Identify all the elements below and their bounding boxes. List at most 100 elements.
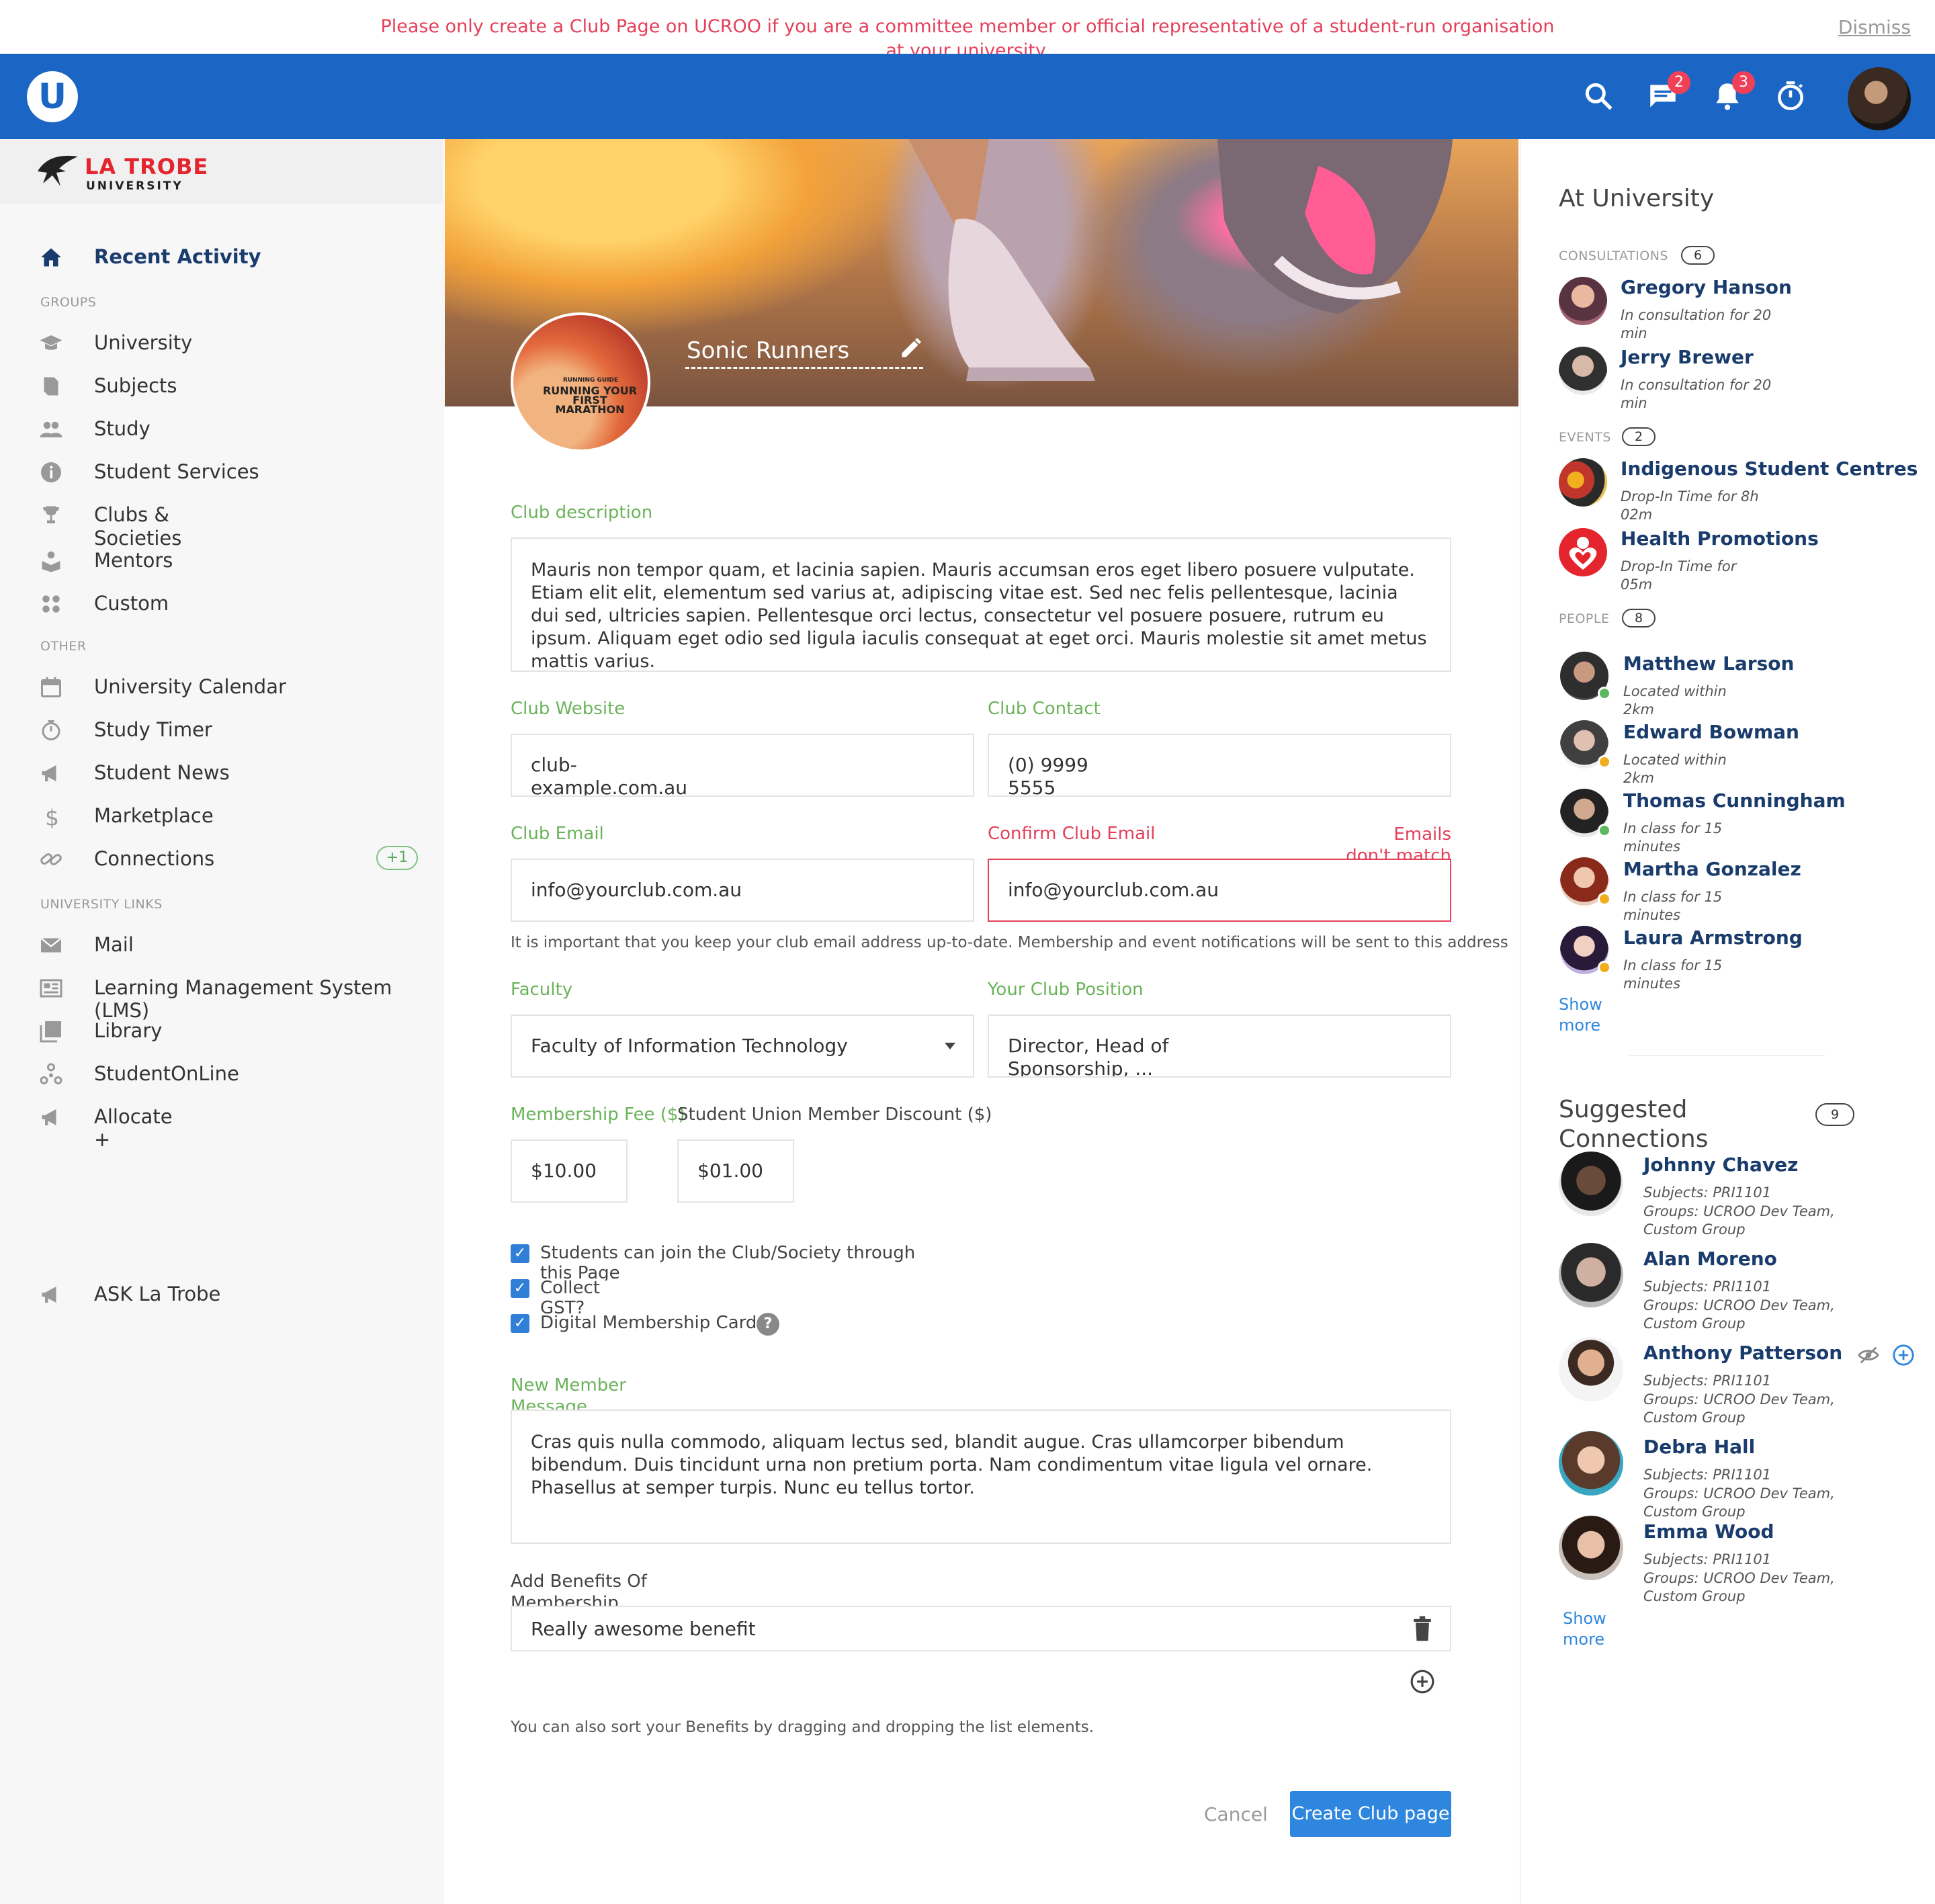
suggested-name[interactable]: Anthony Patterson — [1643, 1342, 1842, 1364]
nav-mail[interactable]: Mail — [0, 926, 443, 964]
nav-label: Recent Activity — [94, 245, 261, 268]
consultation-name[interactable]: Jerry Brewer — [1621, 347, 1754, 368]
nav-study-timer[interactable]: Study Timer — [0, 711, 443, 749]
trash-icon[interactable] — [1411, 1615, 1434, 1642]
graduation-cap-icon — [40, 335, 62, 350]
ucroo-logo[interactable]: U — [27, 71, 78, 122]
nav-mentors[interactable]: Mentors — [0, 542, 443, 580]
avatar[interactable] — [1559, 277, 1607, 325]
link-icon — [40, 853, 62, 865]
add-connection-icon[interactable] — [1892, 1344, 1915, 1367]
nav-connections[interactable]: Connections +1 — [0, 840, 443, 878]
suggested-name[interactable]: Johnny Chavez — [1643, 1154, 1798, 1176]
position-input[interactable]: Director, Head of Sponsorship, ... — [988, 1014, 1451, 1078]
faculty-select[interactable]: Faculty of Information Technology — [511, 1014, 974, 1078]
nav-studentonline[interactable]: StudentOnLine — [0, 1055, 443, 1093]
faculty-label: Faculty — [511, 980, 573, 1000]
person-name[interactable]: Matthew Larson — [1623, 653, 1794, 675]
cancel-button[interactable]: Cancel — [1204, 1803, 1268, 1825]
help-question-icon[interactable]: ? — [757, 1313, 779, 1336]
avatar[interactable] — [1559, 1152, 1623, 1216]
nav-university-calendar[interactable]: University Calendar — [0, 668, 443, 706]
email-input[interactable]: info@yourclub.com.au — [511, 859, 974, 922]
position-label: Your Club Position — [988, 980, 1144, 1000]
show-more-link[interactable]: Show more — [1563, 1608, 1617, 1650]
university-logo[interactable]: LA TROBE UNIVERSITY — [0, 139, 443, 204]
club-avatar[interactable]: RUNNING GUIDE RUNNING YOUR FIRST MARATHO… — [511, 312, 650, 452]
nav-university[interactable]: University — [0, 324, 443, 362]
club-avatar-title: RUNNING YOUR FIRST MARATHON — [542, 384, 638, 416]
gst-checkbox[interactable]: ✓ — [511, 1279, 529, 1298]
person-name[interactable]: Martha Gonzalez — [1623, 859, 1801, 880]
join-checkbox[interactable]: ✓ — [511, 1244, 529, 1263]
dismiss-link[interactable]: Dismiss — [1838, 16, 1911, 38]
club-name[interactable]: Sonic Runners — [687, 337, 849, 364]
nav-recent-activity[interactable]: Recent Activity — [0, 239, 443, 276]
nav-clubs-societies[interactable]: Clubs & Societies — [0, 496, 443, 550]
cards-checkbox[interactable]: ✓ — [511, 1314, 529, 1333]
person-name[interactable]: Laura Armstrong — [1623, 927, 1803, 949]
consultations-count: 6 — [1681, 246, 1715, 265]
add-circle-icon[interactable] — [1410, 1669, 1435, 1694]
fee-input[interactable]: $10.00 — [511, 1139, 628, 1203]
search-icon[interactable] — [1582, 79, 1615, 113]
suggested-name[interactable]: Debra Hall — [1643, 1436, 1755, 1458]
suggested-name[interactable]: Emma Wood — [1643, 1521, 1774, 1543]
pencil-edit-icon[interactable] — [899, 336, 923, 360]
nav-student-services[interactable]: Student Services — [0, 453, 443, 491]
nav-label: Marketplace — [94, 804, 214, 827]
suggested-subjects: Subjects: PRI1101 — [1643, 1373, 1772, 1389]
create-club-page-button[interactable]: Create Club page — [1290, 1791, 1451, 1837]
nav-allocate[interactable]: Allocate + — [0, 1098, 443, 1151]
email-help-text: It is important that you keep your club … — [511, 934, 1508, 951]
event-name[interactable]: Health Promotions — [1621, 528, 1819, 550]
person-name[interactable]: Edward Bowman — [1623, 722, 1799, 743]
events-section-title: EVENTS — [1559, 430, 1611, 445]
bell-icon[interactable]: 3 — [1711, 71, 1755, 113]
user-avatar[interactable] — [1848, 67, 1911, 130]
description-textarea[interactable]: Mauris non tempor quam, et lacinia sapie… — [511, 537, 1451, 672]
nav-subjects[interactable]: Subjects — [0, 367, 443, 405]
cards-checkbox-label: Digital Membership Cards? — [540, 1313, 775, 1333]
avatar[interactable] — [1559, 347, 1607, 395]
grid-dots-icon — [42, 595, 60, 613]
event-name[interactable]: Indigenous Student Centres — [1621, 458, 1918, 480]
avatar[interactable] — [1559, 458, 1607, 507]
links-section-title: UNIVERSITY LINKS — [40, 897, 163, 912]
timer-icon[interactable] — [1774, 79, 1807, 113]
avatar[interactable] — [1559, 528, 1607, 576]
discount-input[interactable]: $01.00 — [677, 1139, 794, 1203]
consultation-name[interactable]: Gregory Hanson — [1621, 277, 1792, 298]
nav-label: StudentOnLine — [94, 1062, 239, 1085]
confirm-email-input[interactable]: info@yourclub.com.au — [988, 859, 1451, 922]
confirm-email-label: Confirm Club Email — [988, 824, 1156, 844]
avatar[interactable] — [1559, 1337, 1623, 1401]
gst-checkbox-label: Collect GST? — [540, 1278, 600, 1315]
nav-library[interactable]: Library — [0, 1012, 443, 1050]
consultation-status: In consultation for 20 min — [1621, 377, 1772, 411]
suggested-name[interactable]: Alan Moreno — [1643, 1248, 1777, 1270]
nav-ask-la-trobe[interactable]: ASK La Trobe — [0, 1276, 443, 1313]
chat-icon[interactable]: 2 — [1646, 71, 1690, 113]
avatar[interactable] — [1559, 1431, 1623, 1496]
contact-input[interactable]: (0) 9999 5555 — [988, 734, 1451, 797]
hide-eye-icon[interactable] — [1857, 1344, 1880, 1367]
person-name[interactable]: Thomas Cunningham — [1623, 790, 1846, 812]
megaphone-icon — [42, 1109, 56, 1125]
nav-label: Student News — [94, 761, 230, 784]
nav-label: Library — [94, 1019, 163, 1042]
nav-custom[interactable]: Custom — [0, 585, 443, 623]
club-name-underline — [685, 367, 923, 369]
avatar[interactable] — [1559, 1516, 1623, 1580]
benefit-row[interactable]: Really awesome benefit — [511, 1606, 1451, 1651]
new-member-textarea[interactable]: Cras quis nulla commodo, aliquam lectus … — [511, 1410, 1451, 1544]
nav-marketplace[interactable]: $ Marketplace — [0, 797, 443, 835]
show-more-link[interactable]: Show more — [1559, 994, 1612, 1036]
nav-lms[interactable]: Learning Management System (LMS) — [0, 969, 443, 1022]
suggested-subjects: Subjects: PRI1101 — [1643, 1551, 1772, 1567]
nav-student-news[interactable]: Student News — [0, 754, 443, 792]
website-input[interactable]: club-example.com.au — [511, 734, 974, 797]
nav-study[interactable]: Study — [0, 410, 443, 448]
avatar[interactable] — [1559, 1243, 1623, 1307]
dollar-icon: $ — [45, 805, 59, 829]
